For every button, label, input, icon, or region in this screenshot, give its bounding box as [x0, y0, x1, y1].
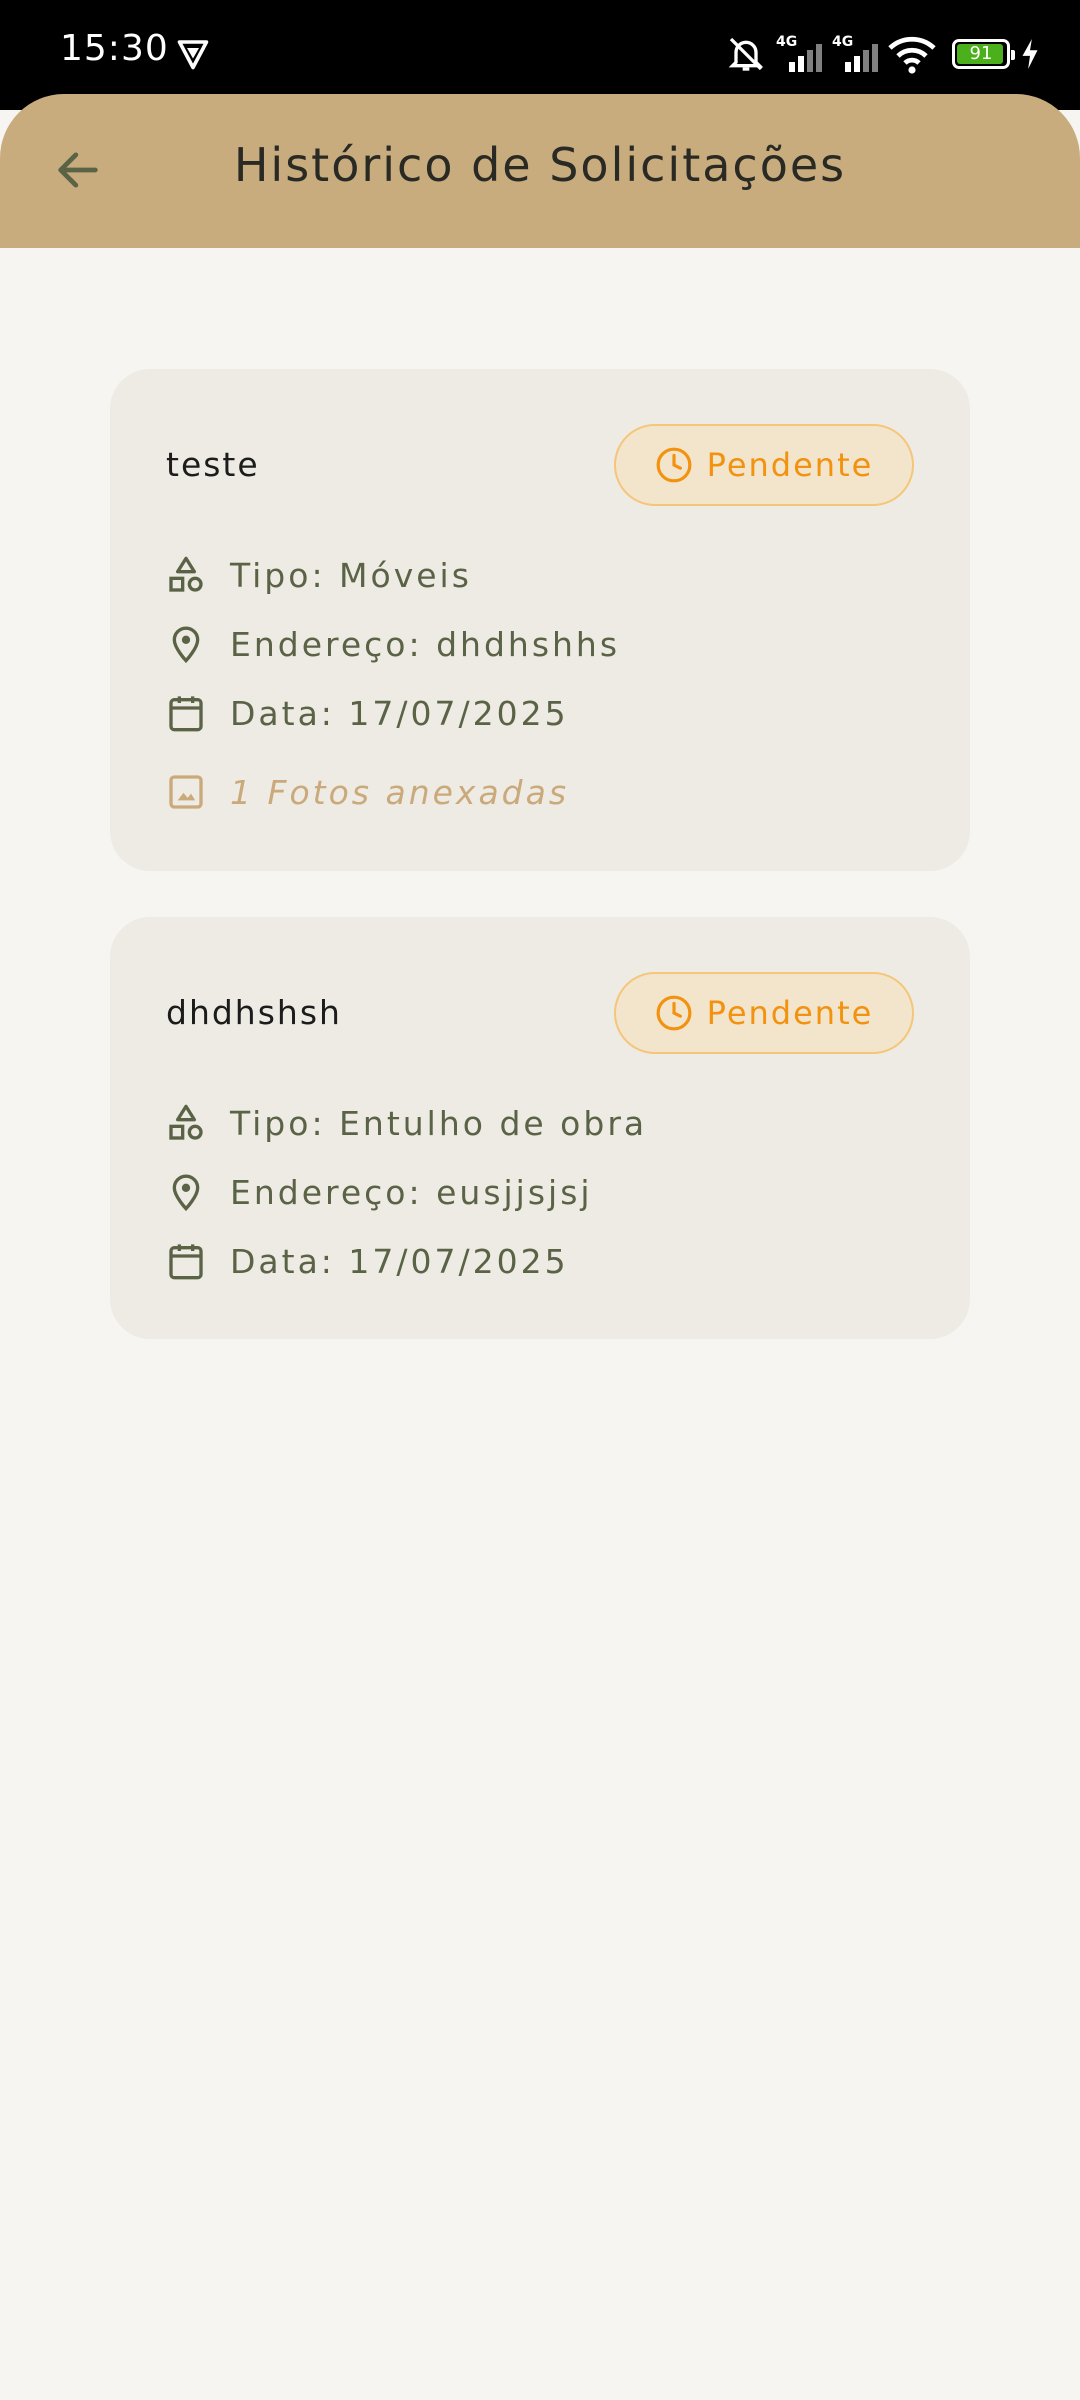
calendar-icon: [169, 696, 203, 732]
calendar-icon: [169, 1244, 203, 1280]
app-bar: Histórico de Solicitações: [0, 94, 1080, 248]
request-card[interactable]: teste Pendente Tipo: Móveis Endereço: dh…: [110, 369, 970, 871]
signal-icon-1: 4G: [776, 34, 822, 74]
location-pin-icon: [172, 1174, 200, 1212]
fotos-text: 1 Fotos anexadas: [230, 772, 570, 812]
status-time: 15:30: [60, 28, 169, 69]
request-title: dhdhshsh: [166, 993, 342, 1032]
charging-icon: [1022, 39, 1038, 69]
data-text: Data: 17/07/2025: [230, 693, 569, 733]
endereco-text: Endereço: eusjjsjsj: [230, 1172, 593, 1212]
mute-bell-icon: [728, 37, 764, 71]
tipo-text: Tipo: Entulho de obra: [230, 1103, 648, 1143]
detail-tipo: Tipo: Entulho de obra: [166, 1103, 647, 1143]
tipo-text: Tipo: Móveis: [230, 555, 472, 595]
detail-fotos[interactable]: 1 Fotos anexadas: [166, 772, 569, 812]
status-label: Pendente: [706, 446, 874, 484]
category-icon: [169, 556, 203, 592]
battery-level: 91: [969, 43, 993, 64]
location-pin-icon: [172, 626, 200, 664]
clock-icon: [656, 447, 692, 483]
detail-tipo: Tipo: Móveis: [166, 555, 472, 595]
signal-icon-2: 4G: [832, 34, 878, 74]
wifi-icon: [888, 36, 936, 74]
clock-icon: [656, 995, 692, 1031]
endereco-text: Endereço: dhdhshhs: [230, 624, 621, 664]
detail-data: Data: 17/07/2025: [166, 1241, 569, 1281]
status-badge: Pendente: [614, 972, 914, 1054]
detail-data: Data: 17/07/2025: [166, 693, 569, 733]
data-text: Data: 17/07/2025: [230, 1241, 569, 1281]
status-label: Pendente: [706, 994, 874, 1032]
status-badge: Pendente: [614, 424, 914, 506]
page-title: Histórico de Solicitações: [233, 138, 847, 192]
request-card[interactable]: dhdhshsh Pendente Tipo: Entulho de obra …: [110, 917, 970, 1339]
battery-icon: 91: [952, 39, 1015, 69]
detail-endereco: Endereço: eusjjsjsj: [166, 1172, 593, 1212]
detail-endereco: Endereço: dhdhshhs: [166, 624, 620, 664]
image-icon: [169, 775, 203, 809]
request-title: teste: [166, 445, 260, 484]
vpn-icon: [177, 40, 209, 70]
category-icon: [169, 1104, 203, 1140]
